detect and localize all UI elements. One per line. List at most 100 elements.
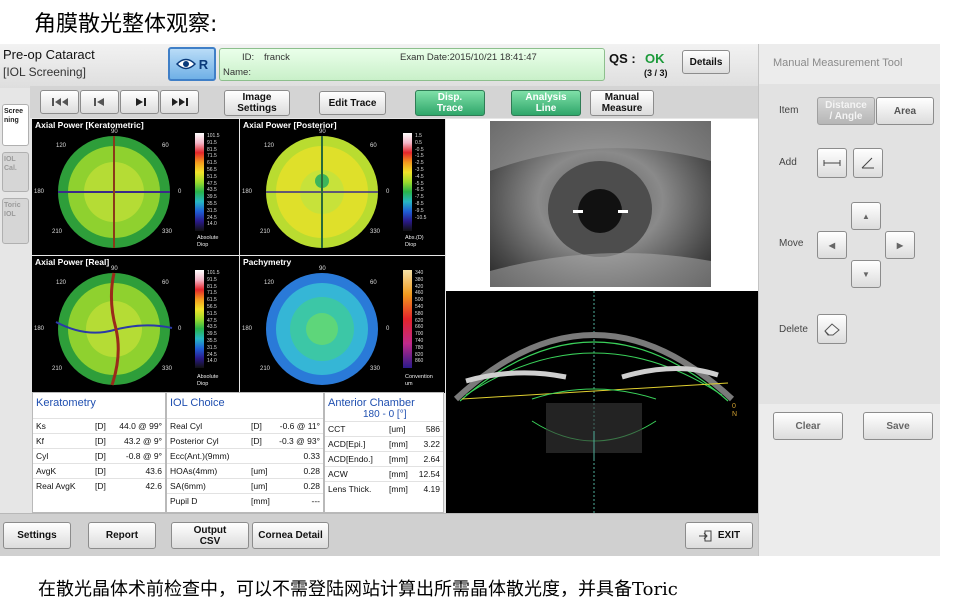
add-distance-button[interactable] xyxy=(817,148,847,178)
edit-trace-button[interactable]: Edit Trace xyxy=(319,91,386,115)
legend-caption: Absolute Diop xyxy=(197,235,219,248)
anterior-eye-photo[interactable] xyxy=(490,121,711,287)
degree-lower-left: 210 xyxy=(260,366,271,372)
add-angle-button[interactable] xyxy=(853,148,883,178)
tab-iol-calculation[interactable]: IOL Cal. xyxy=(2,152,29,192)
table-row: Posterior Cyl [D] -0.3 @ 93° xyxy=(167,433,323,448)
last-image-button[interactable] xyxy=(160,90,199,114)
legend-caption: Abs.(D) Diop xyxy=(405,235,424,248)
table-row: AvgK [D] 43.6 xyxy=(33,463,165,478)
details-button[interactable]: Details xyxy=(682,50,730,74)
degree-top: 90 xyxy=(111,266,118,272)
move-up-button[interactable]: ▲ xyxy=(851,202,881,230)
table-row: Lens Thick. [mm] 4.19 xyxy=(325,481,443,496)
degree-top: 90 xyxy=(111,129,118,135)
area-toggle[interactable]: Area xyxy=(876,97,934,125)
legend-caption: Absolute Diop xyxy=(197,374,219,387)
real-power-topography-plot xyxy=(55,272,173,386)
tab-screening[interactable]: Scree ning xyxy=(2,104,29,146)
step-back-icon xyxy=(93,98,104,106)
table-title: Keratometry xyxy=(36,397,96,409)
table-title: IOL Choice xyxy=(170,397,225,409)
arrow-down-icon: ▼ xyxy=(862,269,870,279)
move-label: Move xyxy=(779,238,804,249)
degree-left: 180 xyxy=(242,326,253,332)
degree-upper-left: 120 xyxy=(56,143,67,149)
tab-toric-iol[interactable]: Toric IOL xyxy=(2,198,29,244)
table-subtitle: 180 - 0 [°] xyxy=(363,409,407,420)
map-axial-posterior[interactable]: Axial Power [Posterior] 90 180 0 120 60 … xyxy=(240,119,445,255)
table-row: Cyl [D] -0.8 @ 9° xyxy=(33,448,165,463)
table-row: HOAs(4mm) [um] 0.28 xyxy=(167,463,323,478)
map-title: Axial Power [Keratometric] xyxy=(35,120,144,130)
delete-label: Delete xyxy=(779,324,808,335)
iol-choice-table: IOL Choice Real Cyl [D] -0.6 @ 11° Posteri… xyxy=(166,392,324,513)
settings-button[interactable]: Settings xyxy=(3,522,71,549)
eye-icon xyxy=(175,58,196,70)
distance-angle-toggle[interactable]: Distance / Angle xyxy=(817,97,875,125)
move-right-button[interactable]: ▶ xyxy=(885,231,915,259)
pachymetry-thickness-plot xyxy=(266,273,378,385)
skip-first-icon xyxy=(51,98,68,106)
step-forward-icon xyxy=(135,98,146,106)
clear-button[interactable]: Clear xyxy=(773,412,843,440)
table-row: Kf [D] 43.2 @ 9° xyxy=(33,433,165,448)
arrow-right-icon: ▶ xyxy=(896,240,904,250)
display-trace-toggle[interactable]: Disp. Trace xyxy=(415,90,485,116)
id-label: ID: xyxy=(242,52,255,63)
degree-upper-left: 120 xyxy=(56,280,67,286)
color-scale-bar xyxy=(403,270,412,368)
cornea-detail-button[interactable]: Cornea Detail xyxy=(252,522,329,549)
next-image-button[interactable] xyxy=(120,90,159,114)
degree-lower-right: 330 xyxy=(370,366,381,372)
map-axial-keratometric[interactable]: Axial Power [Keratometric] 90 180 0 120 … xyxy=(32,119,239,255)
angle-icon xyxy=(861,157,874,169)
report-button[interactable]: Report xyxy=(88,522,156,549)
degree-left: 180 xyxy=(242,189,253,195)
panel-title: Manual Measurement Tool xyxy=(773,57,903,69)
map-pachymetry[interactable]: Pachymetry 90 180 0 120 60 210 330 340 38… xyxy=(240,256,445,393)
exit-button[interactable]: EXIT xyxy=(685,522,753,549)
color-scale-bar xyxy=(403,133,412,231)
exit-label: EXIT xyxy=(717,530,741,541)
save-button[interactable]: Save xyxy=(863,412,933,440)
table-row: ACD[Epi.] [mm] 3.22 xyxy=(325,436,443,451)
oct-scan-drawing xyxy=(453,291,735,513)
degree-lower-left: 210 xyxy=(52,366,63,372)
first-image-button[interactable] xyxy=(40,90,79,114)
degree-top: 90 xyxy=(319,266,326,272)
previous-image-button[interactable] xyxy=(80,90,119,114)
table-row: Real AvgK [D] 42.6 xyxy=(33,478,165,493)
eye-side-label: R xyxy=(198,56,209,72)
keratometry-table: Keratometry Ks [D] 44.0 @ 99° Kf [D] 43.2 @ … xyxy=(32,392,166,513)
qs-label: QS : xyxy=(609,51,636,66)
image-settings-button[interactable]: Image Settings xyxy=(224,90,290,116)
degree-right: 0 xyxy=(178,326,182,332)
degree-right: 0 xyxy=(386,326,390,332)
legend-caption: Convention um xyxy=(405,374,433,387)
degree-left: 180 xyxy=(34,189,45,195)
map-axial-real[interactable]: Axial Power [Real] 90 180 0 120 60 210 3… xyxy=(32,256,239,393)
name-label: Name: xyxy=(223,67,251,78)
output-csv-button[interactable]: Output CSV xyxy=(171,522,249,549)
table-row: ACD[Endo.] [mm] 2.64 xyxy=(325,451,443,466)
oct-cross-section-image[interactable]: 0 N xyxy=(446,291,758,513)
eraser-icon xyxy=(824,323,840,336)
color-scale-bar xyxy=(195,270,204,368)
scale-labels: 101.5 91.5 81.5 71.5 61.5 56.5 51.5 47.5 43.5 39.… xyxy=(207,133,220,228)
patient-info-box: ID: franck Exam Date:2015/10/21 18:41:47… xyxy=(219,48,605,81)
table-row: SA(6mm) [um] 0.28 xyxy=(167,478,323,493)
analysis-line-toggle[interactable]: Analysis Line xyxy=(511,90,581,116)
anterior-chamber-table: Anterior Chamber 180 - 0 [°] CCT [um] 586 … xyxy=(324,392,444,513)
manual-measure-button[interactable]: Manual Measure xyxy=(590,90,654,116)
move-down-button[interactable]: ▼ xyxy=(851,260,881,288)
oct-orientation-marker: 0 N xyxy=(732,403,738,418)
mode-subtitle: [IOL Screening] xyxy=(3,65,86,79)
delete-button[interactable] xyxy=(817,314,847,344)
table-row: Ecc(Ant.)(9mm) 0.33 xyxy=(167,448,323,463)
patient-id: franck xyxy=(264,52,290,63)
eye-side-button[interactable]: R xyxy=(168,47,216,81)
table-row: Real Cyl [D] -0.6 @ 11° xyxy=(167,418,323,433)
map-title: Axial Power [Real] xyxy=(35,257,110,267)
move-left-button[interactable]: ◀ xyxy=(817,231,847,259)
